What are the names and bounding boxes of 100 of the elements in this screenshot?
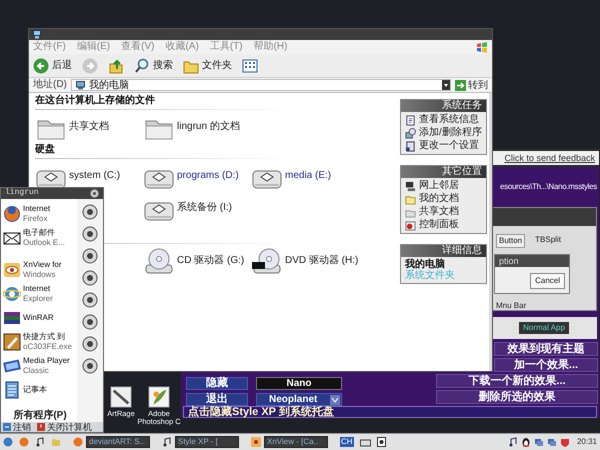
dropdown-value: Neoplanet <box>269 394 318 405</box>
start-menu-item[interactable]: Media Player Classic <box>3 354 77 378</box>
start-menu-item[interactable]: 记事本 <box>3 378 77 402</box>
address-field[interactable]: 我的电脑 <box>70 79 451 91</box>
shortcut-icon <box>82 358 98 374</box>
details-type: 系统文件夹 <box>405 270 456 281</box>
start-menu-item[interactable]: Internet Firefox <box>3 202 77 226</box>
effect-button[interactable]: 删除所选的效果 <box>436 390 598 404</box>
brush-icon <box>110 386 132 408</box>
up-button[interactable] <box>108 58 124 74</box>
start-menu-item[interactable]: 电子邮件 Outlook E... <box>3 226 77 250</box>
painting-icon <box>3 332 21 351</box>
preview-split-button[interactable]: TBSplit <box>533 234 563 248</box>
feather-icon <box>148 386 170 408</box>
view-grid-icon <box>242 58 258 74</box>
drive-label[interactable]: 系统备份 (I:) <box>177 202 232 214</box>
dvd-drive-icon <box>251 248 283 274</box>
start-menu-item[interactable]: WinRAR <box>3 306 77 330</box>
all-programs-button[interactable]: 所有程序(P) <box>3 410 77 422</box>
drive-label[interactable]: CD 驱动器 (G:) <box>177 255 244 267</box>
preview-button[interactable]: Button <box>496 234 526 248</box>
dropdown-arrow-icon <box>330 394 340 404</box>
panel-title: 详细信息 <box>401 245 486 257</box>
hide-button[interactable]: 隐藏 <box>186 377 248 390</box>
panel-link[interactable]: 共享文档 <box>419 206 459 218</box>
shutdown-button[interactable]: 关闭计算机 <box>37 422 92 432</box>
menu-bar-label: Mnu Bar <box>495 300 528 312</box>
theme-name[interactable]: Nano <box>256 377 342 390</box>
section-title: 硬盘 <box>35 144 55 156</box>
details-name: 我的电脑 <box>405 259 445 270</box>
drive-label[interactable]: media (E:) <box>285 170 332 182</box>
taskbar-button[interactable]: Style XP - [ <box>175 436 239 448</box>
panel-link[interactable]: 控制面板 <box>419 219 459 231</box>
shortcut-icon <box>82 314 98 330</box>
circle-icon <box>90 188 99 198</box>
shortcut-icon <box>82 226 98 242</box>
address-value: 我的电脑 <box>88 80 129 90</box>
search-icon <box>134 58 150 74</box>
effect-button[interactable]: 效果到现有主题 <box>494 342 598 356</box>
taskbar-button[interactable]: deviantART: S.. <box>86 436 150 448</box>
theme-dropdown[interactable]: Neoplanet <box>256 393 342 406</box>
panel-link[interactable]: 查看系统信息 <box>419 114 479 126</box>
cancel-button[interactable]: Cancel <box>530 273 565 289</box>
music-note-icon <box>35 437 45 447</box>
document-icon <box>405 114 416 126</box>
shortcut-icon <box>82 270 98 286</box>
address-label: 地址(D) <box>33 79 67 91</box>
section-title: 在这台计算机上存储的文件 <box>35 95 155 107</box>
film-icon <box>3 356 21 375</box>
folder-icon <box>405 194 416 204</box>
start-menu-item[interactable]: Internet Explorer <box>3 282 77 306</box>
go-button[interactable]: 转到 <box>455 78 488 92</box>
shortcut-icon <box>82 336 98 352</box>
music-note-icon <box>162 437 172 447</box>
panel-link[interactable]: 网上邻居 <box>419 180 459 192</box>
music-note-icon <box>508 437 518 447</box>
logoff-button[interactable]: 注销 <box>3 422 31 432</box>
panel-link[interactable]: 添加/删除程序 <box>419 127 482 139</box>
back-button[interactable]: 后退 <box>33 58 72 74</box>
exit-button[interactable]: 退出 <box>186 393 248 406</box>
computer-icon <box>76 80 85 90</box>
clock: 20:31 <box>576 436 597 448</box>
notepad-icon <box>3 380 21 399</box>
document-icon <box>405 140 416 152</box>
drive-label[interactable]: 共享文档 <box>69 121 109 133</box>
cd-drive-icon <box>143 248 175 274</box>
app-label: Normal App <box>519 322 569 334</box>
tray-hint: 点击隐藏Style XP 到系统托盘 <box>183 406 597 418</box>
language-indicator[interactable]: CH <box>340 437 354 447</box>
disc-box-icon <box>405 128 416 138</box>
network-icon <box>546 437 557 447</box>
views-button[interactable] <box>242 58 258 74</box>
feedback-link[interactable]: Click to send feedback <box>491 151 599 165</box>
shield-icon <box>560 437 570 447</box>
drive-label[interactable]: lingrun 的文档 <box>177 121 240 133</box>
drive-label[interactable]: system (C:) <box>69 170 120 182</box>
dialog-title: ption <box>495 255 569 267</box>
drive-label[interactable]: DVD 驱动器 (H:) <box>285 255 358 267</box>
panel-link[interactable]: 我的文档 <box>419 193 459 205</box>
search-button[interactable]: 搜索 <box>134 58 173 74</box>
start-menu-item[interactable]: XnView for Windows <box>3 258 77 282</box>
shortcut-icon <box>82 248 98 264</box>
theme-path: esources\Th...\Nano.msstyles <box>500 181 597 193</box>
panel-title: 系统任务 <box>401 100 486 112</box>
windows-flag-icon <box>476 42 488 52</box>
user-name: lingrun <box>5 188 39 198</box>
start-menu-item[interactable]: 快捷方式 到 oC303FE.exe <box>3 330 77 354</box>
shortcut-icon <box>82 292 98 308</box>
effect-button[interactable]: 加一个效果... <box>494 358 598 372</box>
panel-title: 其它位置 <box>401 166 486 178</box>
effect-button[interactable]: 下载一个新的效果... <box>436 374 598 388</box>
up-folder-icon <box>108 58 124 74</box>
control-panel-icon <box>405 220 416 230</box>
network-icon <box>534 437 544 447</box>
shortcut-icon <box>82 204 98 220</box>
folders-button[interactable]: 文件夹 <box>183 58 232 74</box>
drive-label[interactable]: programs (D:) <box>177 170 239 182</box>
panel-link[interactable]: 更改一个设置 <box>419 140 479 152</box>
computer-icon <box>33 30 41 39</box>
taskbar-button[interactable]: XnView - [Ca.. <box>264 436 328 448</box>
